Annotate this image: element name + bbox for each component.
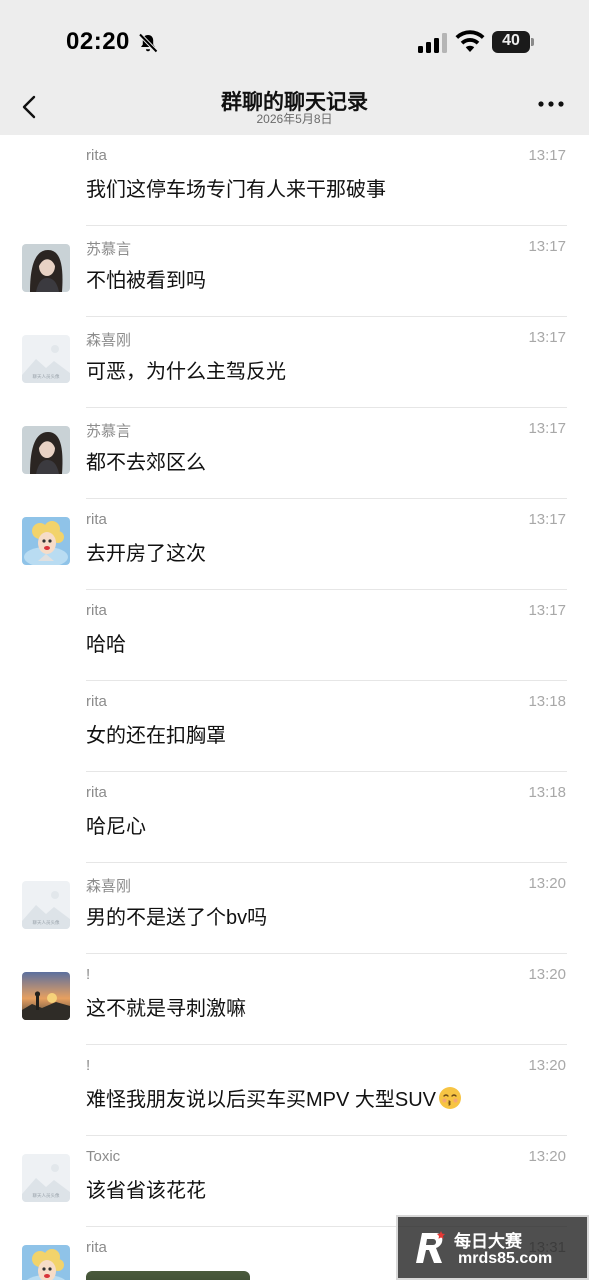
message-text-content: 难怪我朋友说以后买车买MPV 大型SUV bbox=[86, 1089, 437, 1111]
message-text-content: 不怕被看到吗 bbox=[86, 270, 206, 292]
message-text: 不怕被看到吗 bbox=[86, 264, 206, 293]
message-text: 男的不是送了个bv吗 bbox=[86, 901, 267, 930]
message-row[interactable]: rita 13:17 我们这停车场专门有人来干那破事 bbox=[0, 135, 589, 226]
r-logo-icon bbox=[416, 1231, 445, 1263]
message-sender: rita bbox=[86, 784, 107, 801]
message-image-thumbnail[interactable] bbox=[86, 1271, 250, 1280]
message-time: 13:17 bbox=[528, 329, 566, 346]
message-text: 难怪我朋友说以后买车买MPV 大型SUV bbox=[86, 1083, 462, 1112]
avatar[interactable] bbox=[22, 244, 70, 292]
svg-text:聊天人员头像: 聊天人员头像 bbox=[33, 373, 60, 380]
message-text: 哈哈 bbox=[86, 628, 126, 657]
message-row[interactable]: rita 13:17 哈哈 bbox=[0, 590, 589, 681]
message-text-content: 这不就是寻刺激嘛 bbox=[86, 998, 246, 1020]
message-sender: rita bbox=[86, 147, 107, 164]
page-date: 2026年5月8日 bbox=[256, 112, 333, 126]
message-text-content: 去开房了这次 bbox=[86, 543, 206, 565]
avatar[interactable]: 聊天人员头像 bbox=[22, 1154, 70, 1202]
message-time: 13:17 bbox=[528, 602, 566, 619]
message-time: 13:17 bbox=[528, 420, 566, 437]
status-time: 02:20 bbox=[66, 28, 130, 55]
avatar[interactable] bbox=[22, 1245, 70, 1280]
message-sender: 苏慕言 bbox=[86, 423, 132, 440]
message-text-content: 都不去郊区么 bbox=[86, 452, 206, 474]
message-row[interactable]: 聊天人员头像 森喜刚 13:17 可恶，为什么主驾反光 bbox=[0, 317, 589, 408]
bell-muted-icon bbox=[138, 33, 158, 53]
message-text-content: 女的还在扣胸罩 bbox=[86, 725, 226, 747]
message-time: 13:17 bbox=[528, 238, 566, 255]
message-time: 13:17 bbox=[528, 511, 566, 528]
message-row[interactable]: ! 13:20 这不就是寻刺激嘛 bbox=[0, 954, 589, 1045]
message-sender: rita bbox=[86, 511, 107, 528]
status-bar: 02:20 40 bbox=[0, 0, 589, 84]
avatar[interactable]: 聊天人员头像 bbox=[22, 335, 70, 383]
message-row[interactable]: 聊天人员头像 Toxic 13:20 该省省该花花 bbox=[0, 1136, 589, 1227]
battery-indicator: 40 bbox=[492, 31, 534, 53]
message-time: 13:18 bbox=[528, 784, 566, 801]
message-sender: ! bbox=[86, 966, 91, 983]
message-text: 我们这停车场专门有人来干那破事 bbox=[86, 173, 386, 202]
avatar[interactable] bbox=[22, 972, 70, 1020]
message-text-content: 可恶，为什么主驾反光 bbox=[86, 361, 286, 383]
message-time: 13:20 bbox=[528, 1057, 566, 1074]
message-sender: 森喜刚 bbox=[86, 332, 132, 349]
svg-text:聊天人员头像: 聊天人员头像 bbox=[33, 1192, 60, 1199]
avatar[interactable]: 聊天人员头像 bbox=[22, 881, 70, 929]
site-watermark: 每日大赛 mrds85.com bbox=[396, 1215, 589, 1280]
message-row[interactable]: rita 13:18 哈尼心 bbox=[0, 772, 589, 863]
message-text: 该省省该花花 bbox=[86, 1174, 206, 1203]
cellular-signal-icon bbox=[418, 33, 447, 53]
message-sender: rita bbox=[86, 1239, 107, 1256]
message-text: 哈尼心 bbox=[86, 810, 146, 839]
avatar[interactable] bbox=[22, 426, 70, 474]
message-row[interactable]: 苏慕言 13:17 不怕被看到吗 bbox=[0, 226, 589, 317]
kissing-face-emoji bbox=[438, 1086, 462, 1110]
battery-level: 40 bbox=[502, 32, 520, 49]
message-sender: rita bbox=[86, 693, 107, 710]
message-sender: ! bbox=[86, 1057, 91, 1074]
message-time: 13:20 bbox=[528, 1148, 566, 1165]
nav-bar: 群聊的聊天记录 2026年5月8日 bbox=[0, 84, 589, 135]
message-sender: 森喜刚 bbox=[86, 878, 132, 895]
message-text: 这不就是寻刺激嘛 bbox=[86, 992, 246, 1021]
message-text-content: 哈哈 bbox=[86, 634, 126, 656]
message-row[interactable]: rita 13:18 女的还在扣胸罩 bbox=[0, 681, 589, 772]
message-text: 去开房了这次 bbox=[86, 537, 206, 566]
message-text-content: 该省省该花花 bbox=[86, 1180, 206, 1202]
wifi-icon bbox=[455, 30, 485, 52]
message-text: 可恶，为什么主驾反光 bbox=[86, 355, 286, 384]
message-sender: rita bbox=[86, 602, 107, 619]
message-text-content: 男的不是送了个bv吗 bbox=[86, 907, 268, 929]
avatar[interactable] bbox=[22, 517, 70, 565]
message-sender: 苏慕言 bbox=[86, 241, 132, 258]
message-row[interactable]: 苏慕言 13:17 都不去郊区么 bbox=[0, 408, 589, 499]
message-text-content: 哈尼心 bbox=[86, 816, 146, 838]
chat-history-list[interactable]: rita 13:17 我们这停车场专门有人来干那破事苏慕言 13:17 不怕被看到吗聊天… bbox=[0, 135, 589, 1280]
message-time: 13:17 bbox=[528, 147, 566, 164]
message-time: 13:18 bbox=[528, 693, 566, 710]
watermark-title: 每日大赛 bbox=[454, 1232, 522, 1251]
svg-text:聊天人员头像: 聊天人员头像 bbox=[33, 919, 60, 926]
message-text: 都不去郊区么 bbox=[86, 446, 206, 475]
message-time: 13:20 bbox=[528, 966, 566, 983]
message-row[interactable]: rita 13:17 去开房了这次 bbox=[0, 499, 589, 590]
more-options-icon[interactable] bbox=[538, 100, 564, 108]
watermark-url: mrds85.com bbox=[458, 1250, 553, 1267]
message-text-content: 我们这停车场专门有人来干那破事 bbox=[86, 179, 386, 201]
message-text: 女的还在扣胸罩 bbox=[86, 719, 226, 748]
message-row[interactable]: ! 13:20 难怪我朋友说以后买车买MPV 大型SUV bbox=[0, 1045, 589, 1136]
message-sender: Toxic bbox=[86, 1148, 121, 1165]
message-row[interactable]: 聊天人员头像 森喜刚 13:20 男的不是送了个bv吗 bbox=[0, 863, 589, 954]
message-time: 13:20 bbox=[528, 875, 566, 892]
